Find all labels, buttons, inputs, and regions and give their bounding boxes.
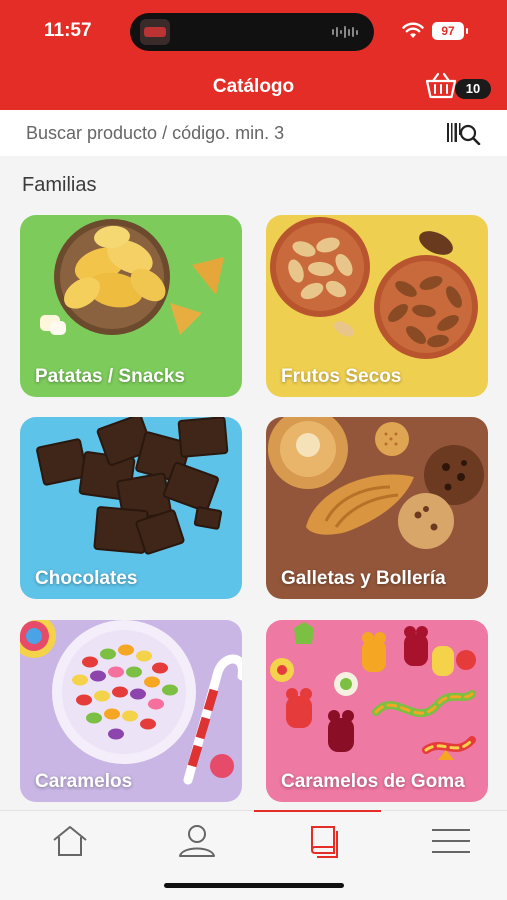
section-title: Familias <box>22 174 97 196</box>
dynamic-island <box>130 13 374 51</box>
header: 11:57 97 Catálogo 10 <box>0 0 507 110</box>
family-card-label: Caramelos <box>35 771 133 792</box>
status-time: 11:57 <box>44 20 92 41</box>
tab-menu[interactable] <box>387 811 507 871</box>
menu-icon <box>431 829 470 853</box>
profile-icon <box>178 825 215 857</box>
home-indicator[interactable] <box>164 883 344 888</box>
family-card-frutos-secos[interactable]: Frutos Secos <box>266 215 488 397</box>
audio-wave-icon <box>332 25 358 39</box>
family-card-patatas-snacks[interactable]: Patatas / Snacks <box>20 215 242 397</box>
family-card-label: Caramelos de Goma <box>281 771 465 792</box>
family-card-label: Frutos Secos <box>281 366 402 387</box>
family-card-chocolates[interactable]: Chocolates <box>20 417 242 599</box>
active-tab-indicator <box>254 810 381 812</box>
basket-icon[interactable] <box>424 72 458 100</box>
catalog-icon <box>310 826 338 858</box>
cart-count-badge[interactable]: 10 <box>455 79 491 99</box>
family-card-label: Chocolates <box>35 568 138 589</box>
family-card-caramelos[interactable]: Caramelos <box>20 620 242 802</box>
tab-home[interactable] <box>6 811 133 871</box>
family-card-label: Galletas y Bollería <box>281 568 446 589</box>
tab-profile[interactable] <box>133 811 260 871</box>
wifi-icon <box>402 22 424 38</box>
family-card-galletas-bolleria[interactable]: Galletas y Bollería <box>266 417 488 599</box>
now-playing-thumbnail <box>140 19 170 45</box>
home-icon <box>52 826 87 856</box>
family-card-label: Patatas / Snacks <box>35 366 185 387</box>
search-bar <box>0 110 507 156</box>
family-card-caramelos-goma[interactable]: Caramelos de Goma <box>266 620 488 802</box>
tab-catalog[interactable] <box>260 811 387 871</box>
barcode-scan-icon[interactable] <box>446 121 482 145</box>
search-input[interactable] <box>26 120 416 146</box>
battery-icon: 97 <box>432 22 468 40</box>
